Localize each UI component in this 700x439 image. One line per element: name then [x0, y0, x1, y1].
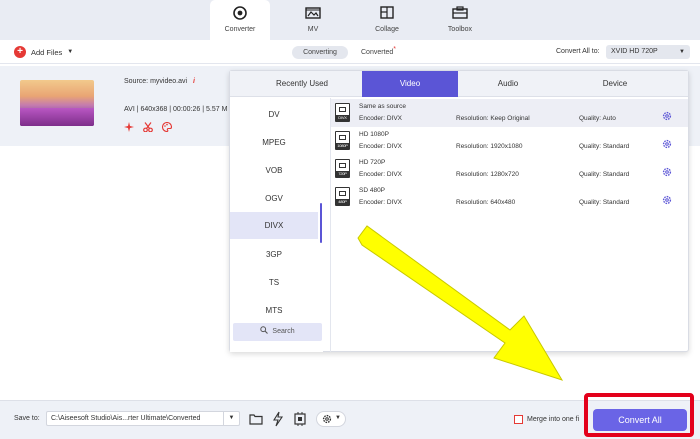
- profile-name: HD 720P: [359, 159, 386, 166]
- profile-quality: Quality: Standard: [579, 143, 630, 150]
- folder-icon[interactable]: [248, 411, 264, 427]
- palette-icon[interactable]: [162, 122, 172, 132]
- chevron-down-icon: ▼: [223, 412, 239, 425]
- video-file-icon: 480P: [335, 187, 350, 206]
- search-icon: [260, 326, 269, 334]
- converting-tab[interactable]: Converting: [292, 46, 348, 59]
- converted-tab[interactable]: Converted*: [361, 46, 396, 59]
- toolbar: + Add Files ▼ Converting Converted* Conv…: [0, 40, 700, 64]
- converted-label: Converted: [361, 49, 394, 56]
- tab-label: Collage: [375, 26, 399, 33]
- settings-dropdown[interactable]: ▼: [316, 411, 346, 427]
- profile-encoder: Encoder: DIVX: [359, 143, 402, 150]
- profile-quality: Quality: Auto: [579, 115, 616, 122]
- hardware-acceleration-icon[interactable]: [270, 411, 286, 427]
- save-path-select[interactable]: C:\Aiseesoft Studio\Ais...rter Ultimate\…: [46, 411, 240, 426]
- tab-device[interactable]: Device: [560, 71, 670, 97]
- profile-row[interactable]: 720P HD 720P Encoder: DIVX Resolution: 1…: [331, 155, 688, 183]
- file-meta: AVI | 640x368 | 00:00:26 | 5.57 M: [124, 106, 228, 113]
- gear-icon[interactable]: [662, 139, 672, 149]
- save-to-label: Save to:: [14, 415, 40, 422]
- tab-mv[interactable]: MV: [284, 0, 342, 40]
- profile-resolution: Resolution: 1920x1080: [456, 143, 523, 150]
- tab-recently-used[interactable]: Recently Used: [242, 71, 362, 97]
- collage-icon: [380, 6, 394, 19]
- profile-name: Same as source: [359, 103, 406, 110]
- profile-encoder: Encoder: DIVX: [359, 171, 402, 178]
- plus-icon: +: [14, 46, 26, 58]
- merge-label: Merge into one fi: [527, 416, 580, 423]
- profile-resolution: Resolution: 640x480: [456, 199, 516, 206]
- profile-quality: Quality: Standard: [579, 199, 630, 206]
- video-thumbnail[interactable]: [20, 80, 94, 126]
- tab-label: Converter: [224, 26, 256, 33]
- add-files-button[interactable]: + Add Files ▼: [14, 45, 73, 59]
- format-list: DV MPEG VOB OGV DIVX 3GP TS MTS Search: [230, 98, 323, 352]
- chevron-down-icon: ▼: [679, 49, 685, 55]
- profile-resolution: Resolution: Keep Original: [456, 115, 530, 122]
- convert-all-to-label: Convert All to:: [556, 48, 600, 55]
- chevron-down-icon: ▼: [335, 415, 341, 421]
- file-tools: [124, 122, 172, 132]
- profile-row[interactable]: 1080P HD 1080P Encoder: DIVX Resolution:…: [331, 127, 688, 155]
- tab-video[interactable]: Video: [362, 71, 458, 97]
- format-item-3gp[interactable]: 3GP: [230, 241, 318, 268]
- gear-icon[interactable]: [662, 111, 672, 121]
- format-item-dv[interactable]: DV: [230, 101, 318, 128]
- format-tabs: Recently Used Video Audio Device: [230, 71, 688, 97]
- tab-collage[interactable]: Collage: [358, 0, 416, 40]
- file-source-text: Source: myvideo.avi: [124, 78, 188, 85]
- convert-all-to-select[interactable]: XVID HD 720P ▼: [606, 45, 690, 59]
- format-item-vob[interactable]: VOB: [230, 157, 318, 184]
- format-panel: Recently Used Video Audio Device DV MPEG…: [229, 70, 689, 352]
- mv-icon: [305, 7, 321, 19]
- chevron-down-icon: ▼: [67, 49, 74, 55]
- format-item-mts[interactable]: MTS: [230, 297, 318, 324]
- profile-resolution: Resolution: 1280x720: [456, 171, 519, 178]
- gear-icon[interactable]: [662, 167, 672, 177]
- profile-row[interactable]: 480P SD 480P Encoder: DIVX Resolution: 6…: [331, 183, 688, 211]
- profile-row[interactable]: DIVX Same as source Encoder: DIVX Resolu…: [331, 99, 688, 127]
- new-indicator: *: [393, 46, 397, 53]
- video-file-icon: DIVX: [335, 103, 350, 122]
- merge-option[interactable]: Merge into one fi: [514, 415, 579, 424]
- profile-name: HD 1080P: [359, 131, 389, 138]
- enhance-icon[interactable]: [124, 122, 134, 132]
- tab-toolbox[interactable]: Toolbox: [431, 0, 489, 40]
- merge-checkbox[interactable]: [514, 415, 523, 424]
- format-item-ts[interactable]: TS: [230, 269, 318, 296]
- gear-icon[interactable]: [662, 195, 672, 205]
- file-source: Source: myvideo.avi i: [124, 78, 195, 85]
- video-file-icon: 720P: [335, 159, 350, 178]
- search-label: Search: [272, 328, 295, 335]
- tab-label: Toolbox: [447, 26, 473, 33]
- scissors-icon[interactable]: [143, 122, 153, 132]
- converter-icon: [233, 6, 247, 20]
- format-item-divx[interactable]: DIVX: [230, 212, 318, 239]
- save-path-value: C:\Aiseesoft Studio\Ais...rter Ultimate\…: [51, 415, 201, 422]
- profile-name: SD 480P: [359, 187, 386, 194]
- profile-encoder: Encoder: DIVX: [359, 115, 402, 122]
- info-icon[interactable]: i: [193, 78, 195, 85]
- toolbox-icon: [452, 6, 468, 19]
- format-list-scrollbar[interactable]: [320, 203, 322, 243]
- top-navigation: Converter MV Collage Toolbox: [0, 0, 700, 40]
- video-file-icon: 1080P: [335, 131, 350, 150]
- gear-icon: [322, 414, 332, 424]
- format-item-ogv[interactable]: OGV: [230, 185, 318, 212]
- highlight-box: [584, 393, 694, 437]
- format-item-mpeg[interactable]: MPEG: [230, 129, 318, 156]
- tab-converter[interactable]: Converter: [210, 0, 270, 40]
- search-button[interactable]: Search: [233, 323, 322, 341]
- tab-label: MV: [307, 26, 319, 33]
- profile-encoder: Encoder: DIVX: [359, 199, 402, 206]
- tab-audio[interactable]: Audio: [460, 71, 556, 97]
- convert-all-to-value: XVID HD 720P: [611, 48, 658, 55]
- cpu-icon[interactable]: [292, 411, 308, 427]
- add-files-label: Add Files: [31, 47, 63, 57]
- profile-quality: Quality: Standard: [579, 171, 630, 178]
